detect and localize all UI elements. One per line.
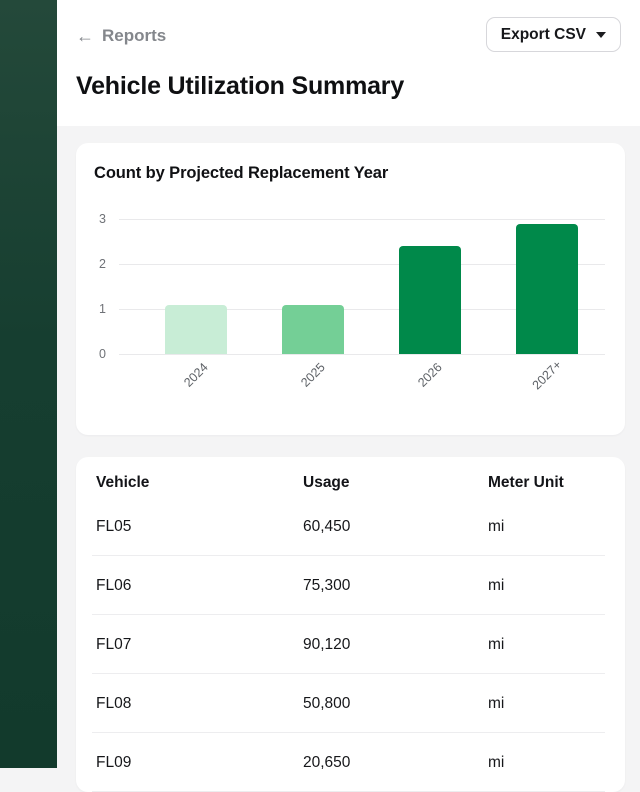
y-axis-tick-label: 0	[99, 346, 106, 361]
x-axis-label: 2026	[414, 360, 445, 390]
back-link-label: Reports	[102, 26, 167, 45]
cell-vehicle: FL09	[96, 753, 132, 771]
page-title: Vehicle Utilization Summary	[76, 72, 405, 100]
bar-chart: 0 1 2 3 2024 2025 2026 2027+	[94, 213, 605, 392]
topbar: ← Reports Export CSV Vehicle Utilization…	[57, 0, 640, 126]
bar-2026[interactable]	[398, 246, 461, 354]
table-row: FL08 50,800 mi	[76, 674, 625, 733]
column-header-usage: Usage	[303, 474, 350, 491]
chevron-down-icon	[596, 31, 606, 38]
content-area: Count by Projected Replacement Year 0 1 2 3…	[57, 126, 640, 792]
cell-meter_unit: mi	[488, 517, 505, 535]
y-axis-tick-label: 3	[99, 211, 106, 226]
cell-vehicle: FL06	[96, 576, 132, 594]
cell-usage: 60,450	[303, 517, 351, 535]
vehicle-table-card: Vehicle Usage Meter Unit FL05 60,450 mi FL06 7…	[76, 457, 625, 792]
bar-2024[interactable]	[164, 304, 227, 354]
chart-card: Count by Projected Replacement Year 0 1 2 3…	[76, 143, 625, 435]
cell-usage: 50,800	[303, 694, 351, 712]
sidebar-nav	[0, 0, 57, 768]
cell-usage: 75,300	[303, 576, 351, 594]
cell-vehicle: FL07	[96, 635, 132, 653]
chart-title: Count by Projected Replacement Year	[94, 164, 389, 182]
table-row: FL07 90,120 mi	[76, 615, 625, 674]
table-row: FL06 75,300 mi	[76, 556, 625, 615]
x-axis-label: 2027+	[529, 357, 564, 393]
chart-gridline	[119, 219, 605, 220]
cell-usage: 20,650	[303, 753, 351, 771]
table-body: FL05 60,450 mi FL06 75,300 mi FL07 90,120 mi FL08…	[76, 497, 625, 792]
y-axis-tick-label: 2	[99, 256, 106, 271]
export-csv-label: Export CSV	[500, 25, 586, 43]
chart-gridline	[119, 354, 605, 355]
column-header-meter-unit: Meter Unit	[488, 474, 564, 491]
cell-vehicle: FL08	[96, 694, 132, 712]
main-panel: ← Reports Export CSV Vehicle Utilization…	[57, 0, 640, 792]
bar-2027+[interactable]	[515, 223, 578, 354]
table-header-row: Vehicle Usage Meter Unit	[76, 457, 625, 497]
app-root: ← Reports Export CSV Vehicle Utilization…	[0, 0, 640, 792]
column-header-vehicle: Vehicle	[96, 474, 150, 491]
cell-meter_unit: mi	[488, 753, 505, 771]
cell-meter_unit: mi	[488, 576, 505, 594]
cell-meter_unit: mi	[488, 635, 505, 653]
x-axis-label: 2025	[297, 360, 328, 390]
x-axis-label: 2024	[180, 360, 211, 390]
table-row: FL09 20,650 mi	[76, 733, 625, 792]
export-csv-button[interactable]: Export CSV	[485, 17, 621, 52]
cell-usage: 90,120	[303, 635, 351, 653]
back-to-reports-link[interactable]: ← Reports	[76, 26, 166, 46]
y-axis-tick-label: 1	[99, 301, 106, 316]
table-row: FL05 60,450 mi	[76, 497, 625, 556]
cell-vehicle: FL05	[96, 517, 132, 535]
back-arrow-icon: ←	[76, 26, 94, 46]
bar-2025[interactable]	[281, 304, 344, 354]
cell-meter_unit: mi	[488, 694, 505, 712]
